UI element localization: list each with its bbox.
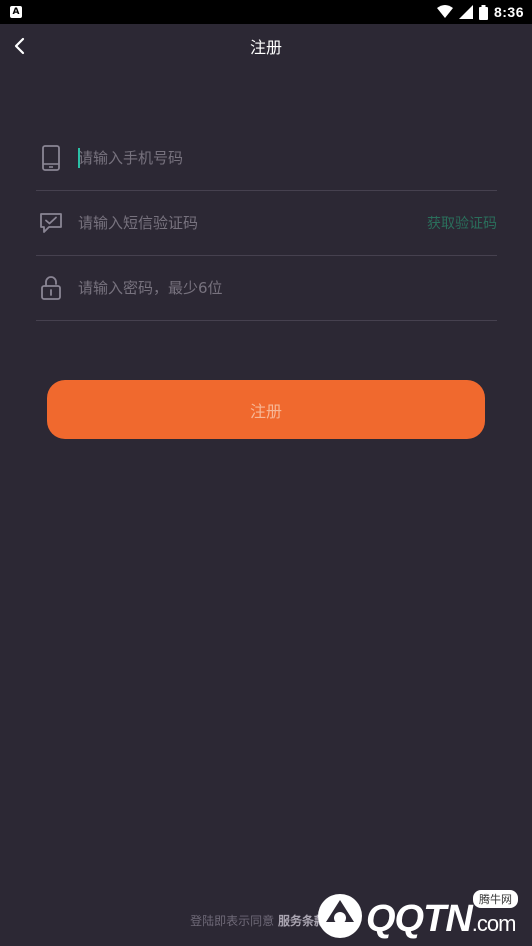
page-title: 注册 xyxy=(249,38,282,57)
status-time: 8:36 xyxy=(493,4,524,20)
watermark-brand: QQTN.com xyxy=(366,898,517,941)
watermark: 腾牛网 QQTN.com xyxy=(316,890,526,940)
phone-row xyxy=(36,126,497,191)
message-check-icon xyxy=(38,210,64,236)
phone-icon xyxy=(38,145,64,171)
sms-code-row: 获取验证码 xyxy=(36,191,497,256)
watermark-brand-name: QQTN xyxy=(366,898,473,940)
app-bar: 注册 xyxy=(0,24,532,68)
watermark-suffix: .com xyxy=(471,911,517,936)
agreement-prefix: 登陆即表示同意 xyxy=(190,914,275,928)
password-row xyxy=(36,256,497,321)
wifi-icon xyxy=(436,5,453,18)
signal-icon xyxy=(458,5,473,19)
lock-icon xyxy=(38,275,64,301)
watermark-logo-icon xyxy=(318,894,362,938)
notification-icon: A xyxy=(10,6,22,18)
status-bar: A 8:36 xyxy=(0,0,532,24)
input-caret xyxy=(78,148,80,168)
register-button[interactable]: 注册 xyxy=(47,380,485,439)
phone-input[interactable] xyxy=(78,138,497,178)
register-form: 获取验证码 xyxy=(36,126,497,321)
get-code-button[interactable]: 获取验证码 xyxy=(427,213,497,233)
password-input[interactable] xyxy=(78,268,497,308)
battery-icon xyxy=(478,4,488,20)
